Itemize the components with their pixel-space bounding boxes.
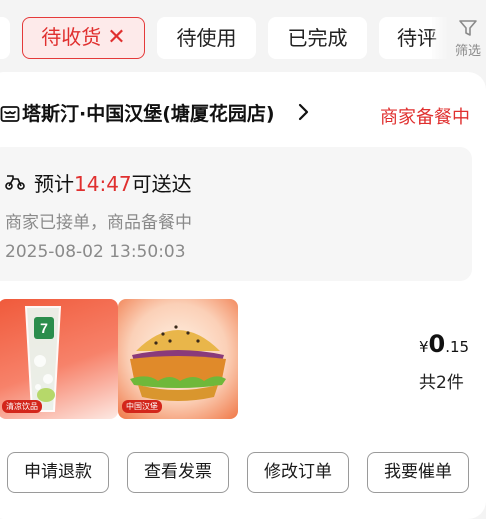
tab-to-use-label: 待使用 (176, 26, 237, 50)
tab-awaiting-delivery[interactable]: 待收货 ✕ (22, 17, 145, 59)
product-thumbnail-drink[interactable]: 7 清凉饮品 (0, 299, 118, 419)
close-icon[interactable]: ✕ (107, 18, 125, 57)
eta-time: 14:47 (74, 172, 132, 196)
chevron-right-icon[interactable] (296, 101, 312, 123)
order-time: 2025-08-02 13:50:03 (5, 242, 186, 262)
scooter-icon (5, 175, 25, 190)
price-currency: ¥ (419, 338, 429, 356)
tab-completed[interactable]: 已完成 (268, 17, 367, 59)
modify-order-button[interactable]: 修改订单 (247, 452, 349, 493)
product-tag: 清凉饮品 (2, 400, 42, 413)
eta-prefix: 预计 (34, 172, 74, 196)
tab-previous-partial[interactable] (0, 17, 10, 59)
tab-to-use[interactable]: 待使用 (157, 17, 256, 59)
funnel-icon (459, 20, 477, 36)
order-total-price: ¥0.15 (419, 330, 469, 358)
progress-text: 商家已接单，商品备餐中 (5, 213, 192, 233)
tab-to-review-label: 待评 (397, 26, 437, 50)
order-status: 商家备餐中 (380, 107, 470, 128)
filter-label: 筛选 (454, 44, 481, 59)
product-thumbnail-burger[interactable]: 中国汉堡 (118, 299, 238, 419)
tab-completed-label: 已完成 (287, 26, 348, 50)
filter-button[interactable]: 筛选 (446, 14, 486, 64)
view-invoice-button[interactable]: 查看发票 (127, 452, 229, 493)
urge-order-button[interactable]: 我要催单 (367, 452, 469, 493)
item-count: 共2件 (419, 373, 464, 393)
svg-text:7: 7 (40, 320, 48, 336)
eta-suffix: 可送达 (131, 172, 192, 196)
eta-text: 预计14:47可送达 (34, 168, 192, 197)
tab-awaiting-delivery-label: 待收货 (41, 25, 102, 49)
price-decimal: .15 (445, 338, 470, 356)
store-icon (0, 106, 20, 122)
request-refund-button[interactable]: 申请退款 (7, 452, 109, 493)
price-integer: 0 (428, 330, 446, 358)
order-filter-bar: 待收货 ✕ 待使用 已完成 待评 筛选 (0, 0, 486, 72)
product-tag: 中国汉堡 (122, 400, 162, 413)
store-name[interactable]: 塔斯汀·中国汉堡(塘厦花园店) (22, 99, 275, 126)
